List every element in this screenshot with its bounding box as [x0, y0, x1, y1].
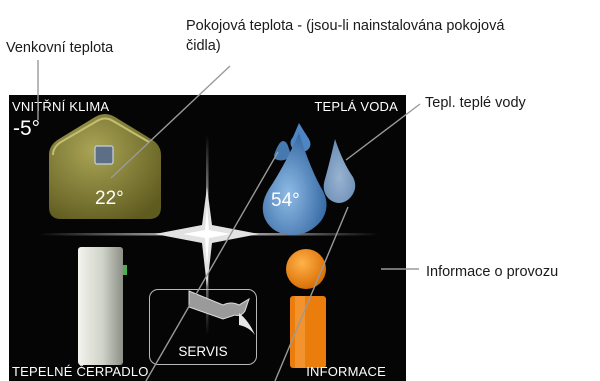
leader-lines	[37, 60, 421, 381]
